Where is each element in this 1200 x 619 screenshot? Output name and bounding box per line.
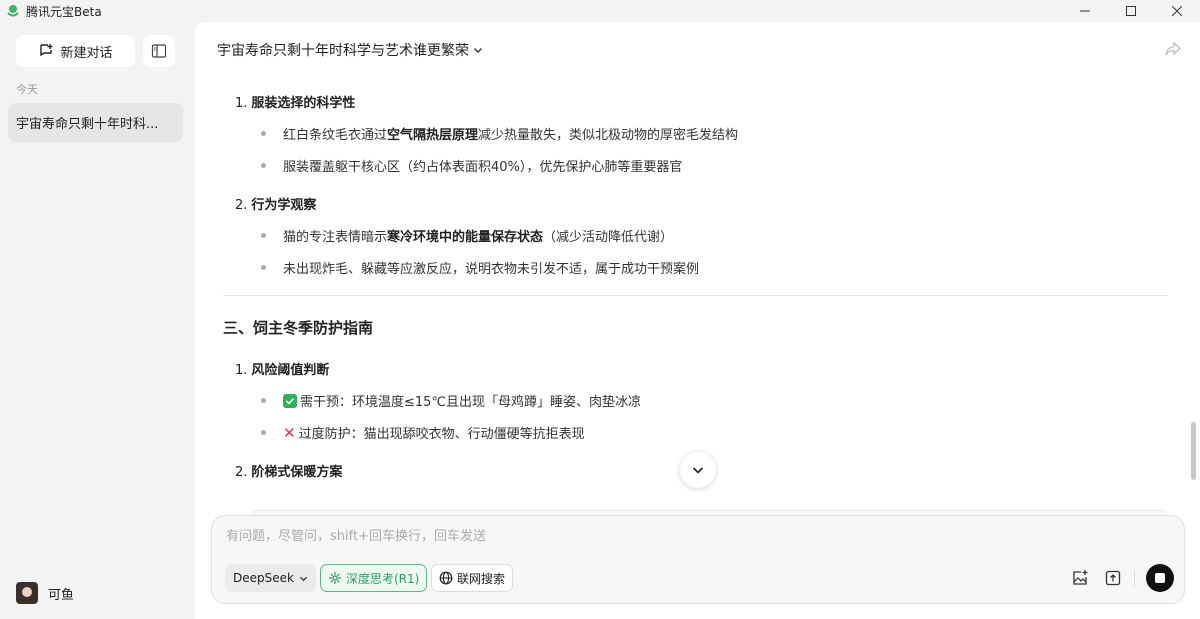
- list-heading: 2. 行为学观察: [235, 198, 317, 213]
- divider: [223, 295, 1168, 296]
- close-icon[interactable]: [1154, 0, 1200, 22]
- new-chat-button[interactable]: 新建对话: [16, 35, 135, 67]
- stop-button[interactable]: [1146, 564, 1174, 592]
- deep-think-toggle[interactable]: 深度思考(R1): [320, 564, 428, 592]
- user-name: 可鱼: [48, 587, 75, 603]
- maximize-icon[interactable]: [1108, 0, 1154, 22]
- avatar: [16, 582, 38, 604]
- message-input[interactable]: [226, 529, 1166, 544]
- minimize-icon[interactable]: [1062, 0, 1108, 22]
- list-item: 未出现炸毛、躲藏等应激反应，说明衣物未引发不适，属于成功干预案例: [260, 258, 699, 277]
- chat-panel: 宇宙寿命只剩十年时科学与艺术谁更繁荣 1. 服装选择的科学性 红白条纹毛衣通过 空气…: [195, 22, 1200, 619]
- file-upload-button[interactable]: [1102, 567, 1124, 589]
- list-heading: 1. 风险阈值判断: [235, 363, 330, 378]
- upload-icon: [1105, 570, 1121, 586]
- sidebar-panel-icon: [151, 44, 167, 58]
- app-title: 腾讯元宝Beta: [26, 4, 102, 19]
- list-heading: 1. 服装选择的科学性: [235, 96, 356, 111]
- yuanbao-logo-icon: [7, 5, 19, 17]
- sidebar-toggle-button[interactable]: [143, 35, 175, 67]
- scroll-to-bottom-button[interactable]: [680, 452, 716, 488]
- list-item: 需干预：环境温度≤15℃且出现「母鸡蹲」睡姿、肉垫冰凉: [260, 391, 641, 410]
- scrollbar[interactable]: [1191, 422, 1196, 480]
- chat-title-dropdown[interactable]: 宇宙寿命只剩十年时科学与艺术谁更繁荣: [217, 40, 483, 60]
- image-upload-button[interactable]: [1069, 567, 1091, 589]
- share-icon[interactable]: [1164, 40, 1182, 58]
- stop-icon: [1155, 573, 1165, 583]
- image-add-icon: [1073, 570, 1088, 585]
- chevron-down-icon: [692, 467, 704, 474]
- list-item: 红白条纹毛衣通过 空气隔热层原理 减少热量散失，类似北极动物的厚密毛发结构: [260, 124, 738, 143]
- divider: [1134, 570, 1135, 586]
- section-heading: 三、饲主冬季防护指南: [223, 319, 374, 337]
- chat-title: 宇宙寿命只剩十年时科学与艺术谁更繁荣: [217, 43, 469, 59]
- new-chat-label: 新建对话: [60, 45, 113, 61]
- chevron-down-icon: [299, 576, 308, 581]
- sidebar: 新建对话 今天 宇宙寿命只剩十年时科... 可鱼: [0, 22, 195, 619]
- model-select-label: DeepSeek: [233, 571, 294, 585]
- web-search-toggle[interactable]: 联网搜索: [431, 564, 514, 592]
- list-heading: 2. 阶梯式保暖方案: [235, 465, 343, 480]
- title-bar: 腾讯元宝Beta: [0, 0, 1200, 22]
- chevron-down-icon: [474, 48, 482, 53]
- history-section-today: 今天: [16, 83, 38, 96]
- user-profile[interactable]: 可鱼: [16, 582, 74, 604]
- window-controls: [1062, 0, 1200, 22]
- model-select[interactable]: DeepSeek: [225, 564, 316, 592]
- deep-think-icon: [329, 572, 341, 584]
- deep-think-label: 深度思考(R1): [346, 571, 420, 586]
- history-item[interactable]: 宇宙寿命只剩十年时科...: [8, 103, 183, 142]
- web-search-label: 联网搜索: [457, 571, 506, 586]
- list-item: ✕ 过度防护：猫出现舔咬衣物、行动僵硬等抗拒表现: [261, 423, 585, 442]
- cross-icon: ✕: [283, 423, 296, 442]
- new-chat-icon: [40, 44, 53, 57]
- globe-icon: [439, 571, 453, 585]
- list-item: 猫的专注表情暗示 寒冷环境中的能量保存状态 （减少活动降低代谢）: [260, 226, 673, 245]
- check-icon: [283, 393, 297, 408]
- composer: DeepSeek 深度思考(R1) 联网搜索: [211, 515, 1185, 604]
- list-item: 服装覆盖躯干核心区（约占体表面积40%），优先保护心肺等重要器官: [260, 156, 682, 175]
